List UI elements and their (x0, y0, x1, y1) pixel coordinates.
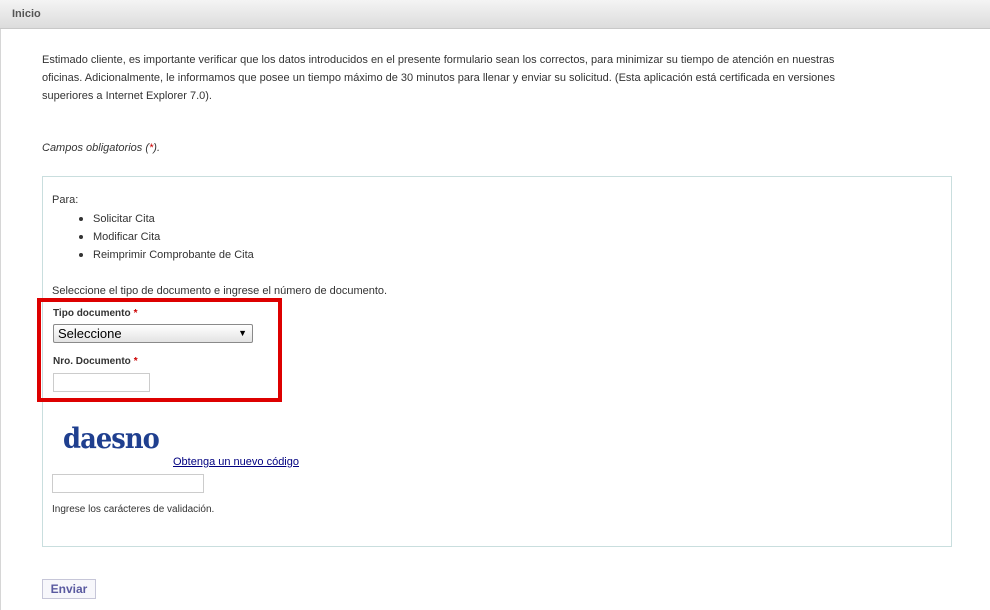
form-instruction: Seleccione el tipo de documento e ingres… (52, 285, 388, 297)
intro-line: Estimado cliente, es importante verifica… (42, 54, 835, 66)
doc-type-select[interactable]: Seleccione ▼ (53, 324, 253, 343)
purpose-list: Solicitar Cita Modificar Cita Reimprimir… (75, 210, 254, 264)
intro-text: Estimado cliente, es importante verifica… (42, 51, 922, 105)
required-fields-note: Campos obligatorios (*). (42, 142, 160, 154)
captcha-input[interactable] (52, 474, 204, 493)
doc-type-label-text: Tipo documento (53, 308, 131, 319)
required-star: * (133, 356, 138, 367)
page-header: Inicio (0, 0, 990, 29)
purpose-item-reimprimir: Reimprimir Comprobante de Cita (75, 246, 254, 264)
doc-type-selected-value: Seleccione (58, 326, 122, 341)
required-star: * (133, 308, 138, 319)
intro-line: superiores a Internet Explorer 7.0). (42, 90, 212, 102)
required-note-suffix: ). (153, 142, 161, 154)
captcha-image: daesno (63, 423, 160, 455)
doc-number-label: Nro. Documento * (53, 356, 138, 367)
purpose-item-solicitar: Solicitar Cita (75, 210, 254, 228)
captcha-help-text: Ingrese los carácteres de validación. (52, 504, 215, 515)
intro-line: oficinas. Adicionalmente, le informamos … (42, 72, 836, 84)
captcha-text: daesno (63, 423, 159, 455)
new-captcha-link[interactable]: Obtenga un nuevo código (173, 456, 299, 468)
doc-type-label: Tipo documento * (53, 308, 138, 319)
dropdown-arrow-icon: ▼ (238, 328, 247, 338)
page-title: Inicio (12, 8, 41, 20)
purpose-label: Para: (52, 194, 79, 206)
doc-number-label-text: Nro. Documento (53, 356, 131, 367)
doc-number-input[interactable] (53, 373, 150, 392)
required-note-prefix: Campos obligatorios ( (42, 142, 149, 154)
submit-button[interactable]: Enviar (42, 579, 96, 599)
purpose-item-modificar: Modificar Cita (75, 228, 254, 246)
